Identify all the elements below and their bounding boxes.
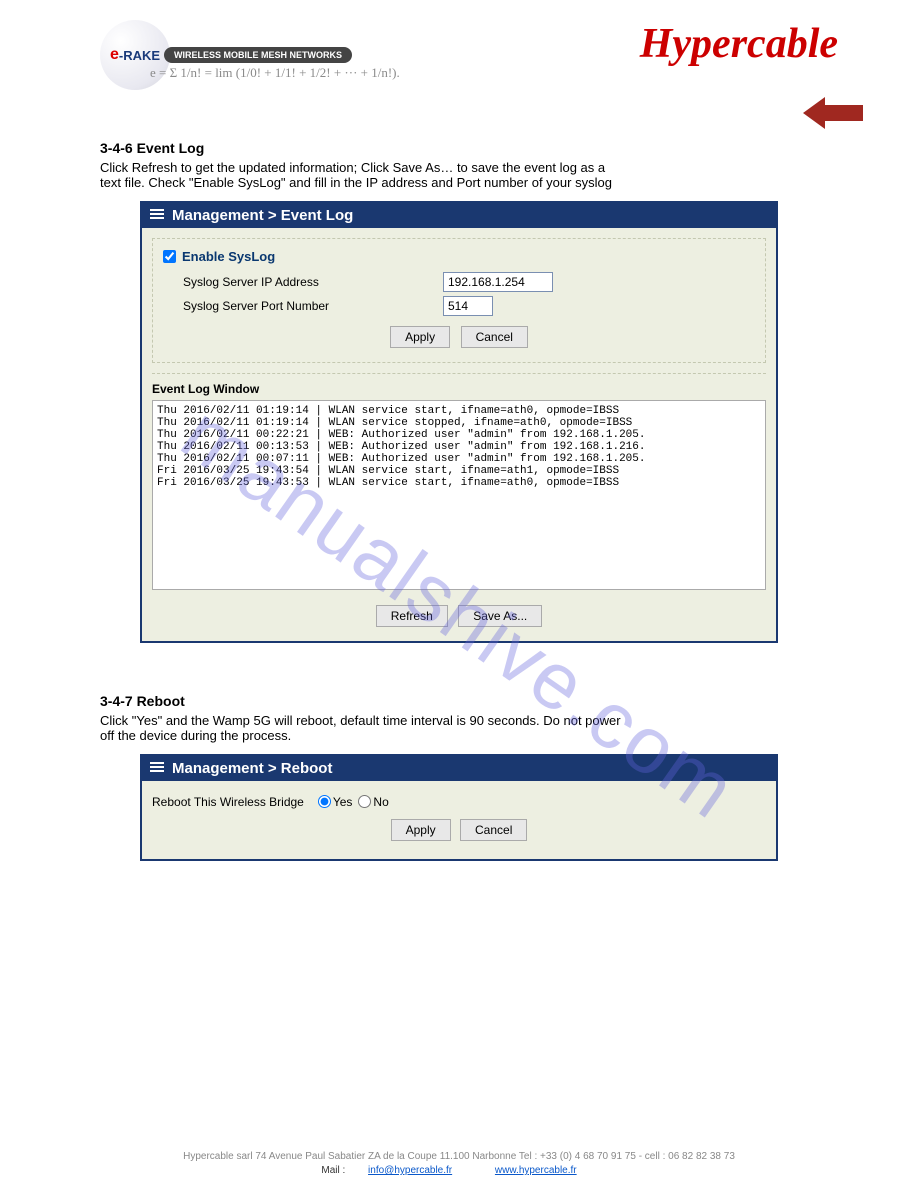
cancel-button[interactable]: Cancel: [460, 819, 527, 841]
reboot-panel: Management > Reboot Reboot This Wireless…: [140, 754, 778, 861]
apply-button[interactable]: Apply: [390, 326, 450, 348]
reboot-heading: 3-4-7 Reboot: [100, 693, 818, 710]
event-log-panel-header: Management > Event Log: [142, 203, 776, 228]
footer-lang: Mail :: [321, 1165, 345, 1176]
event-log-textarea[interactable]: [152, 400, 766, 590]
list-icon: [150, 209, 164, 221]
event-log-panel-body: Enable SysLog Syslog Server IP Address S…: [142, 228, 776, 641]
syslog-port-label: Syslog Server Port Number: [163, 299, 443, 313]
event-log-panel-title: Management > Event Log: [172, 207, 353, 224]
event-log-heading: 3-4-6 Event Log: [100, 140, 818, 157]
reboot-no-label: No: [373, 795, 388, 809]
reboot-label: Reboot This Wireless Bridge: [152, 795, 304, 809]
footer-line-1: Hypercable sarl 74 Avenue Paul Sabatier …: [0, 1150, 918, 1164]
reboot-desc-1: Click "Yes" and the Wamp 5G will reboot,…: [100, 713, 818, 729]
cancel-button[interactable]: Cancel: [461, 326, 528, 348]
event-log-window-label: Event Log Window: [152, 382, 766, 396]
footer-link-1[interactable]: info@hypercable.fr: [368, 1165, 452, 1176]
syslog-ip-label: Syslog Server IP Address: [163, 275, 443, 289]
reboot-panel-title: Management > Reboot: [172, 760, 332, 777]
reboot-no-radio[interactable]: [358, 795, 371, 808]
reboot-panel-body: Reboot This Wireless Bridge Yes No Apply…: [142, 781, 776, 859]
enable-syslog-checkbox[interactable]: [163, 250, 176, 263]
red-arrow-icon: [803, 95, 863, 136]
save-as-button[interactable]: Save As...: [458, 605, 542, 627]
reboot-intro: 3-4-7 Reboot Click "Yes" and the Wamp 5G…: [100, 693, 818, 744]
erake-rake: -RAKE: [119, 48, 160, 63]
math-formula: e = Σ 1/n! = lim (1/0! + 1/1! + 1/2! + ·…: [150, 65, 400, 81]
list-icon: [150, 762, 164, 774]
event-log-intro: 3-4-6 Event Log Click Refresh to get the…: [100, 140, 818, 191]
hypercable-logo: Hypercable: [640, 20, 838, 68]
event-log-desc-2: text file. Check "Enable SysLog" and fil…: [100, 175, 818, 191]
reboot-desc-2: off the device during the process.: [100, 728, 818, 744]
erake-e: e: [110, 46, 119, 64]
reboot-yes-radio[interactable]: [318, 795, 331, 808]
event-log-panel: Management > Event Log Enable SysLog Sys…: [140, 201, 778, 643]
page-footer: Hypercable sarl 74 Avenue Paul Sabatier …: [0, 1150, 918, 1178]
footer-link-2[interactable]: www.hypercable.fr: [495, 1165, 577, 1176]
syslog-ip-input[interactable]: [443, 272, 553, 292]
syslog-port-input[interactable]: [443, 296, 493, 316]
refresh-button[interactable]: Refresh: [376, 605, 448, 627]
enable-syslog-label: Enable SysLog: [182, 249, 275, 264]
apply-button[interactable]: Apply: [391, 819, 451, 841]
event-log-desc-1: Click Refresh to get the updated informa…: [100, 160, 818, 176]
erake-tagline: WIRELESS MOBILE MESH NETWORKS: [164, 47, 352, 63]
reboot-yes-label: Yes: [333, 795, 353, 809]
page-header: e-RAKE WIRELESS MOBILE MESH NETWORKS e =…: [0, 0, 918, 110]
reboot-panel-header: Management > Reboot: [142, 756, 776, 781]
syslog-settings-box: Enable SysLog Syslog Server IP Address S…: [152, 238, 766, 363]
